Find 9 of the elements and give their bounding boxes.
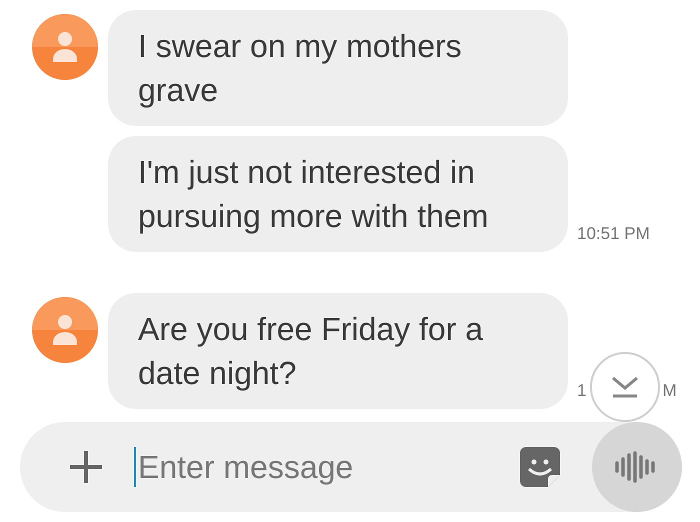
sticker-icon[interactable]: [520, 447, 560, 487]
timestamp: M: [662, 381, 677, 401]
chevron-down-icon: [611, 376, 639, 398]
message-bubble: I'm just not interested in pursuing more with them: [108, 136, 568, 252]
timestamp: 10:51 PM: [577, 224, 650, 244]
add-icon[interactable]: [70, 451, 102, 483]
message-bubble: Are you free Friday for a date night?: [108, 293, 568, 409]
timestamp: 1: [577, 381, 586, 401]
message-bubble: I swear on my mothers grave: [108, 10, 568, 126]
